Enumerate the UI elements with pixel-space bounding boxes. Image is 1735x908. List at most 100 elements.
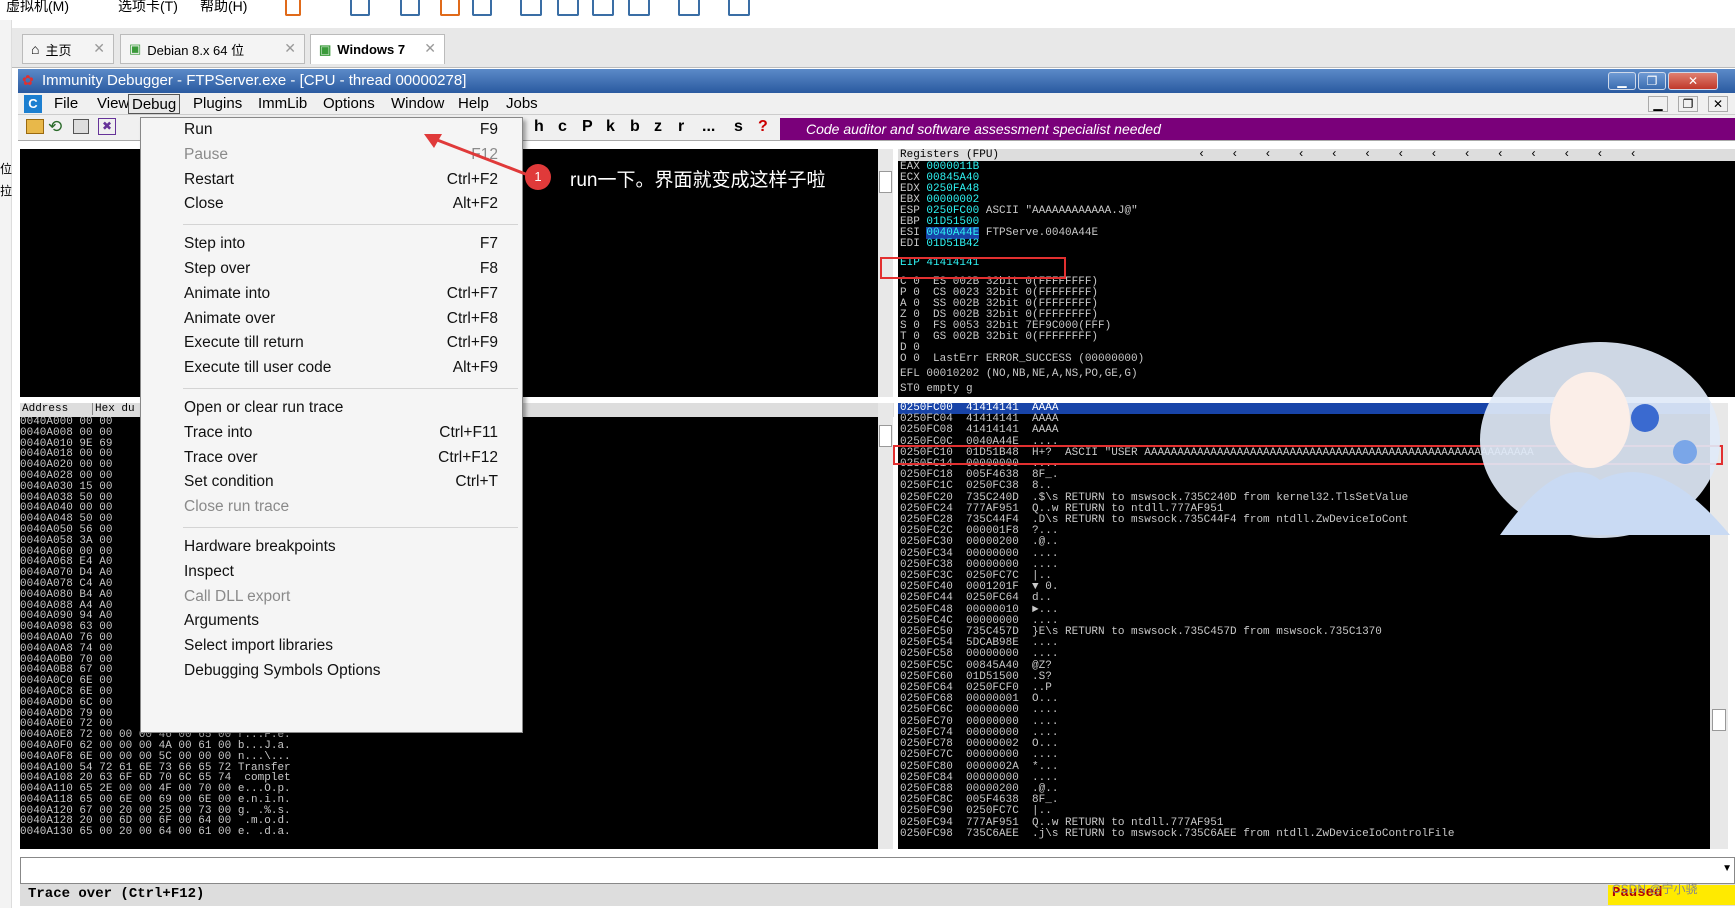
menu-item-label: Inspect xyxy=(184,562,234,580)
jobs-banner[interactable]: Code auditor and software assessment spe… xyxy=(780,118,1735,140)
debug-menu-item[interactable]: Trace over Ctrl+F12 xyxy=(141,446,524,472)
stop-icon[interactable]: ✖ xyxy=(98,118,116,135)
chevron-down-icon[interactable]: ▼ xyxy=(1722,863,1732,874)
flag-row[interactable]: O 0 LastErr ERROR_SUCCESS (00000000) xyxy=(900,354,1144,365)
command-input[interactable]: ▼ xyxy=(20,857,1735,884)
debug-menu-item[interactable]: Open or clear run trace xyxy=(141,396,524,422)
tab-label: 主页 xyxy=(45,42,72,58)
view-unity-icon[interactable] xyxy=(592,0,614,16)
view-sidebar-icon[interactable] xyxy=(520,0,542,16)
menu-item-label: Animate into xyxy=(184,284,271,302)
run-icon[interactable]: ⟲ xyxy=(48,117,62,137)
toolbar-s[interactable]: s xyxy=(734,118,743,136)
manage-snapshot-icon[interactable] xyxy=(472,0,492,16)
dump-row[interactable]: 0040A0F8 6E 00 00 00 5C 00 00 00 n...\..… xyxy=(20,751,878,763)
view-fullscreen-icon[interactable] xyxy=(628,0,650,16)
menu-plugins[interactable]: Plugins xyxy=(190,94,245,114)
register-row[interactable]: EDI 01D51B42 xyxy=(900,239,1144,250)
dump-scrollbar[interactable] xyxy=(878,403,893,849)
stack-row[interactable]: 0250FC90 0250FC7C |.. xyxy=(898,806,1710,817)
toolbar-k[interactable]: k xyxy=(606,118,615,136)
stack-row[interactable]: 0250FC7C 00000000 .... xyxy=(898,750,1710,761)
menu-help[interactable]: Help xyxy=(455,94,492,114)
flag-row[interactable]: T 0 GS 002B 32bit 0(FFFFFFFF) xyxy=(900,332,1144,343)
register-value[interactable]: 01D51B42 xyxy=(926,238,979,250)
window-icon[interactable] xyxy=(73,119,89,134)
debug-menu-item[interactable]: Execute till return Ctrl+F9 xyxy=(141,331,524,357)
mdi-minimize-icon[interactable]: ▁ xyxy=(1648,96,1668,112)
toolbar-h[interactable]: h xyxy=(534,118,544,136)
toolbar-b[interactable]: b xyxy=(630,118,640,136)
debug-menu-item[interactable]: Debugging Symbols Options xyxy=(141,659,524,685)
vm-menu-tabs[interactable]: 选项卡(T) xyxy=(118,0,178,16)
register-comment: ASCII "AAAAAAAAAAAA.J@" xyxy=(985,205,1138,217)
menu-debug[interactable]: Debug xyxy=(128,94,181,114)
vm-menu-vm[interactable]: 虚拟机(M) xyxy=(6,0,69,16)
pause-vm-icon[interactable] xyxy=(285,0,301,16)
registers-title: Registers (FPU) xyxy=(900,149,1000,161)
close-icon[interactable]: ✕ xyxy=(1668,72,1718,90)
debug-menu-item[interactable]: Arguments xyxy=(141,609,524,635)
minimize-icon[interactable]: ▁ xyxy=(1608,72,1636,90)
window-title-bar[interactable]: ✿ Immunity Debugger - FTPServer.exe - [C… xyxy=(18,69,1735,93)
send-keys-icon[interactable] xyxy=(350,0,370,16)
st0-register[interactable]: ST0 empty g xyxy=(900,384,1144,395)
menu-immlib[interactable]: ImmLib xyxy=(255,94,310,114)
debug-menu-item[interactable]: Set condition Ctrl+T xyxy=(141,470,524,496)
menu-jobs[interactable]: Jobs xyxy=(503,94,541,114)
mdi-restore-icon[interactable]: ❐ xyxy=(1678,96,1698,112)
tab-windows7[interactable]: ▣ Windows 7 ✕ xyxy=(310,34,445,64)
stretch-icon[interactable] xyxy=(728,0,750,16)
close-icon[interactable]: ✕ xyxy=(424,40,436,57)
efl-register[interactable]: EFL 00010202 (NO,NB,NE,A,NS,PO,GE,G) xyxy=(900,369,1144,380)
register-nav-arrows-icon[interactable]: ‹‹‹‹‹‹‹‹‹‹‹‹‹‹ xyxy=(1198,147,1663,161)
toolbar-c[interactable]: c xyxy=(558,118,567,136)
debug-menu-item[interactable]: Inspect xyxy=(141,560,524,586)
open-folder-icon[interactable] xyxy=(26,119,44,134)
scroll-thumb[interactable] xyxy=(1712,709,1726,731)
menu-item-shortcut: F7 xyxy=(479,235,498,253)
scroll-thumb[interactable] xyxy=(879,425,892,447)
view-console-icon[interactable] xyxy=(557,0,579,16)
menu-view[interactable]: View xyxy=(94,94,132,114)
stack-row[interactable]: 0250FC6C 00000000 .... xyxy=(898,705,1710,716)
toolbar-r[interactable]: r xyxy=(678,118,684,136)
debug-menu-item[interactable]: Execute till user code Alt+F9 xyxy=(141,356,524,382)
debug-menu-item[interactable]: Call DLL export xyxy=(141,585,524,611)
menu-item-shortcut: Ctrl+F8 xyxy=(446,309,498,327)
tab-home[interactable]: ⌂ 主页 ✕ xyxy=(22,34,114,64)
toolbar-help[interactable]: ? xyxy=(758,118,768,136)
scroll-thumb[interactable] xyxy=(879,171,892,193)
dump-row[interactable]: 0040A130 65 00 20 00 64 00 61 00 e. .d.a… xyxy=(20,827,878,838)
close-icon[interactable]: ✕ xyxy=(93,40,105,57)
debug-menu-item[interactable]: Select import libraries xyxy=(141,634,524,660)
cpu-window-icon[interactable]: C xyxy=(24,95,42,113)
revert-icon[interactable] xyxy=(440,0,460,16)
debug-menu-item[interactable]: Hardware breakpoints xyxy=(141,535,524,561)
debug-menu-item[interactable]: Animate into Ctrl+F7 xyxy=(141,282,524,308)
stack-row[interactable]: 0250FC58 00000000 .... xyxy=(898,649,1710,660)
stack-row[interactable]: 0250FC44 0250FC64 d.. xyxy=(898,593,1710,604)
vm-menu-help[interactable]: 帮助(H) xyxy=(200,0,247,16)
immunity-logo-icon: ✿ xyxy=(22,72,34,88)
close-icon[interactable]: ✕ xyxy=(284,40,296,57)
left-strip-char: 拉 xyxy=(0,184,13,198)
tab-debian[interactable]: ▣ Debian 8.x 64 位 ✕ xyxy=(120,34,305,64)
toolbar-p[interactable]: P xyxy=(582,118,593,136)
snapshot-icon[interactable] xyxy=(400,0,420,16)
maximize-icon[interactable]: ❐ xyxy=(1638,72,1666,90)
debug-menu-item[interactable]: Close run trace xyxy=(141,495,524,521)
toolbar-ellipsis[interactable]: ... xyxy=(702,118,715,136)
debug-menu-item[interactable]: Trace into Ctrl+F11 xyxy=(141,421,524,447)
stack-row[interactable]: 0250FC98 735C6AEE .j\s RETURN to mswsock… xyxy=(898,828,1710,840)
debug-menu-item[interactable]: Step over F8 xyxy=(141,257,524,283)
debug-menu-item[interactable]: Step into F7 xyxy=(141,232,524,258)
toolbar-z[interactable]: z xyxy=(654,118,662,136)
menu-file[interactable]: File xyxy=(51,94,81,114)
mdi-close-icon[interactable]: ✕ xyxy=(1708,96,1728,112)
menu-options[interactable]: Options xyxy=(320,94,378,114)
terminal-icon[interactable] xyxy=(678,0,700,16)
debug-menu-item[interactable]: Animate over Ctrl+F8 xyxy=(141,307,524,333)
menu-window[interactable]: Window xyxy=(388,94,447,114)
debug-menu-item[interactable]: Close Alt+F2 xyxy=(141,192,524,218)
